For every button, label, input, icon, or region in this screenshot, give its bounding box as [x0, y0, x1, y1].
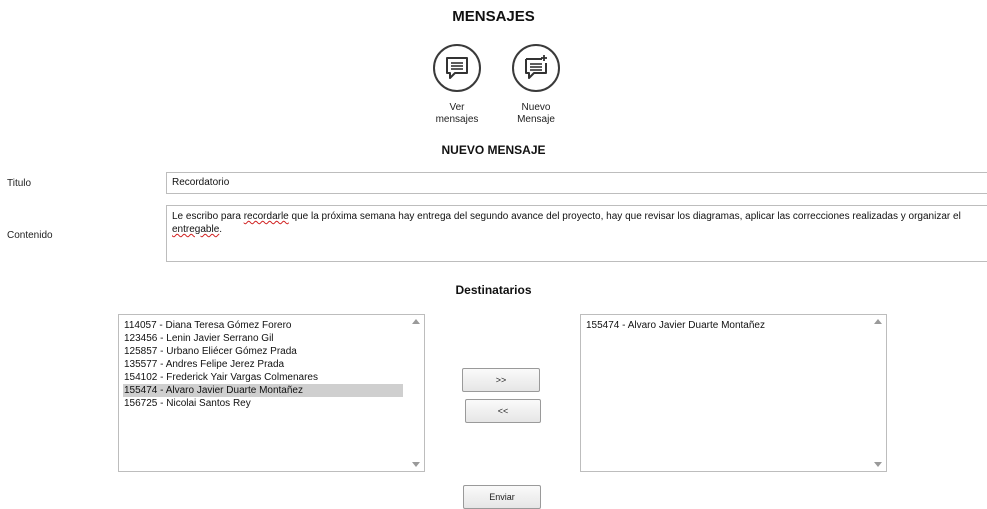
available-scrollbar[interactable]	[408, 315, 424, 471]
list-item[interactable]: 125857 - Urbano Eliécer Gómez Prada	[123, 345, 424, 358]
remove-recipient-button[interactable]: <<	[465, 399, 541, 423]
recipients-title: Destinatarios	[455, 283, 532, 297]
contenido-label: Contenido	[7, 230, 53, 241]
page-title: MENSAJES	[452, 8, 535, 25]
scroll-up-icon[interactable]	[874, 319, 882, 324]
view-messages-button[interactable]	[433, 44, 481, 92]
new-message-icon	[525, 55, 547, 79]
contenido-text-3: que la próxima semana hay entrega del se…	[288, 211, 961, 222]
list-item[interactable]: 154102 - Frederick Yair Vargas Colmenare…	[123, 371, 424, 384]
selected-scrollbar[interactable]	[870, 315, 886, 471]
form-title: NUEVO MENSAJE	[441, 143, 546, 157]
titulo-value: Recordatorio	[172, 177, 230, 188]
available-recipients-list[interactable]: 114057 - Diana Teresa Gómez Forero 12345…	[118, 314, 425, 472]
contenido-text-1: Le escribo para	[172, 211, 244, 222]
new-message-label[interactable]: Nuevo Mensaje	[501, 102, 571, 126]
contenido-text-4: entregable	[172, 224, 220, 235]
contenido-text-5: .	[219, 224, 223, 235]
selected-recipients-list[interactable]: 155474 - Alvaro Javier Duarte Montañez	[580, 314, 887, 472]
titulo-input[interactable]: Recordatorio	[166, 172, 987, 194]
scroll-down-icon[interactable]	[412, 462, 420, 467]
scroll-up-icon[interactable]	[412, 319, 420, 324]
list-item[interactable]: 135577 - Andres Felipe Jerez Prada	[123, 358, 424, 371]
list-item[interactable]: 156725 - Nicolai Santos Rey	[123, 397, 424, 410]
contenido-text-2: recordarle	[243, 211, 289, 222]
view-messages-label[interactable]: Ver mensajes	[422, 102, 492, 126]
new-message-button[interactable]	[512, 44, 560, 92]
send-button[interactable]: Enviar	[463, 485, 541, 509]
titulo-label: Titulo	[7, 178, 32, 189]
add-recipient-button[interactable]: >>	[462, 368, 540, 392]
scroll-down-icon[interactable]	[874, 462, 882, 467]
list-item[interactable]: 123456 - Lenin Javier Serrano Gil	[123, 332, 424, 345]
list-item[interactable]: 155474 - Alvaro Javier Duarte Montañez	[585, 319, 886, 332]
contenido-textarea[interactable]: Le escribo para recordarle que la próxim…	[166, 205, 987, 262]
list-item[interactable]: 114057 - Diana Teresa Gómez Forero	[123, 319, 424, 332]
message-list-icon	[446, 57, 468, 79]
list-item-selected[interactable]: 155474 - Alvaro Javier Duarte Montañez	[123, 384, 403, 397]
